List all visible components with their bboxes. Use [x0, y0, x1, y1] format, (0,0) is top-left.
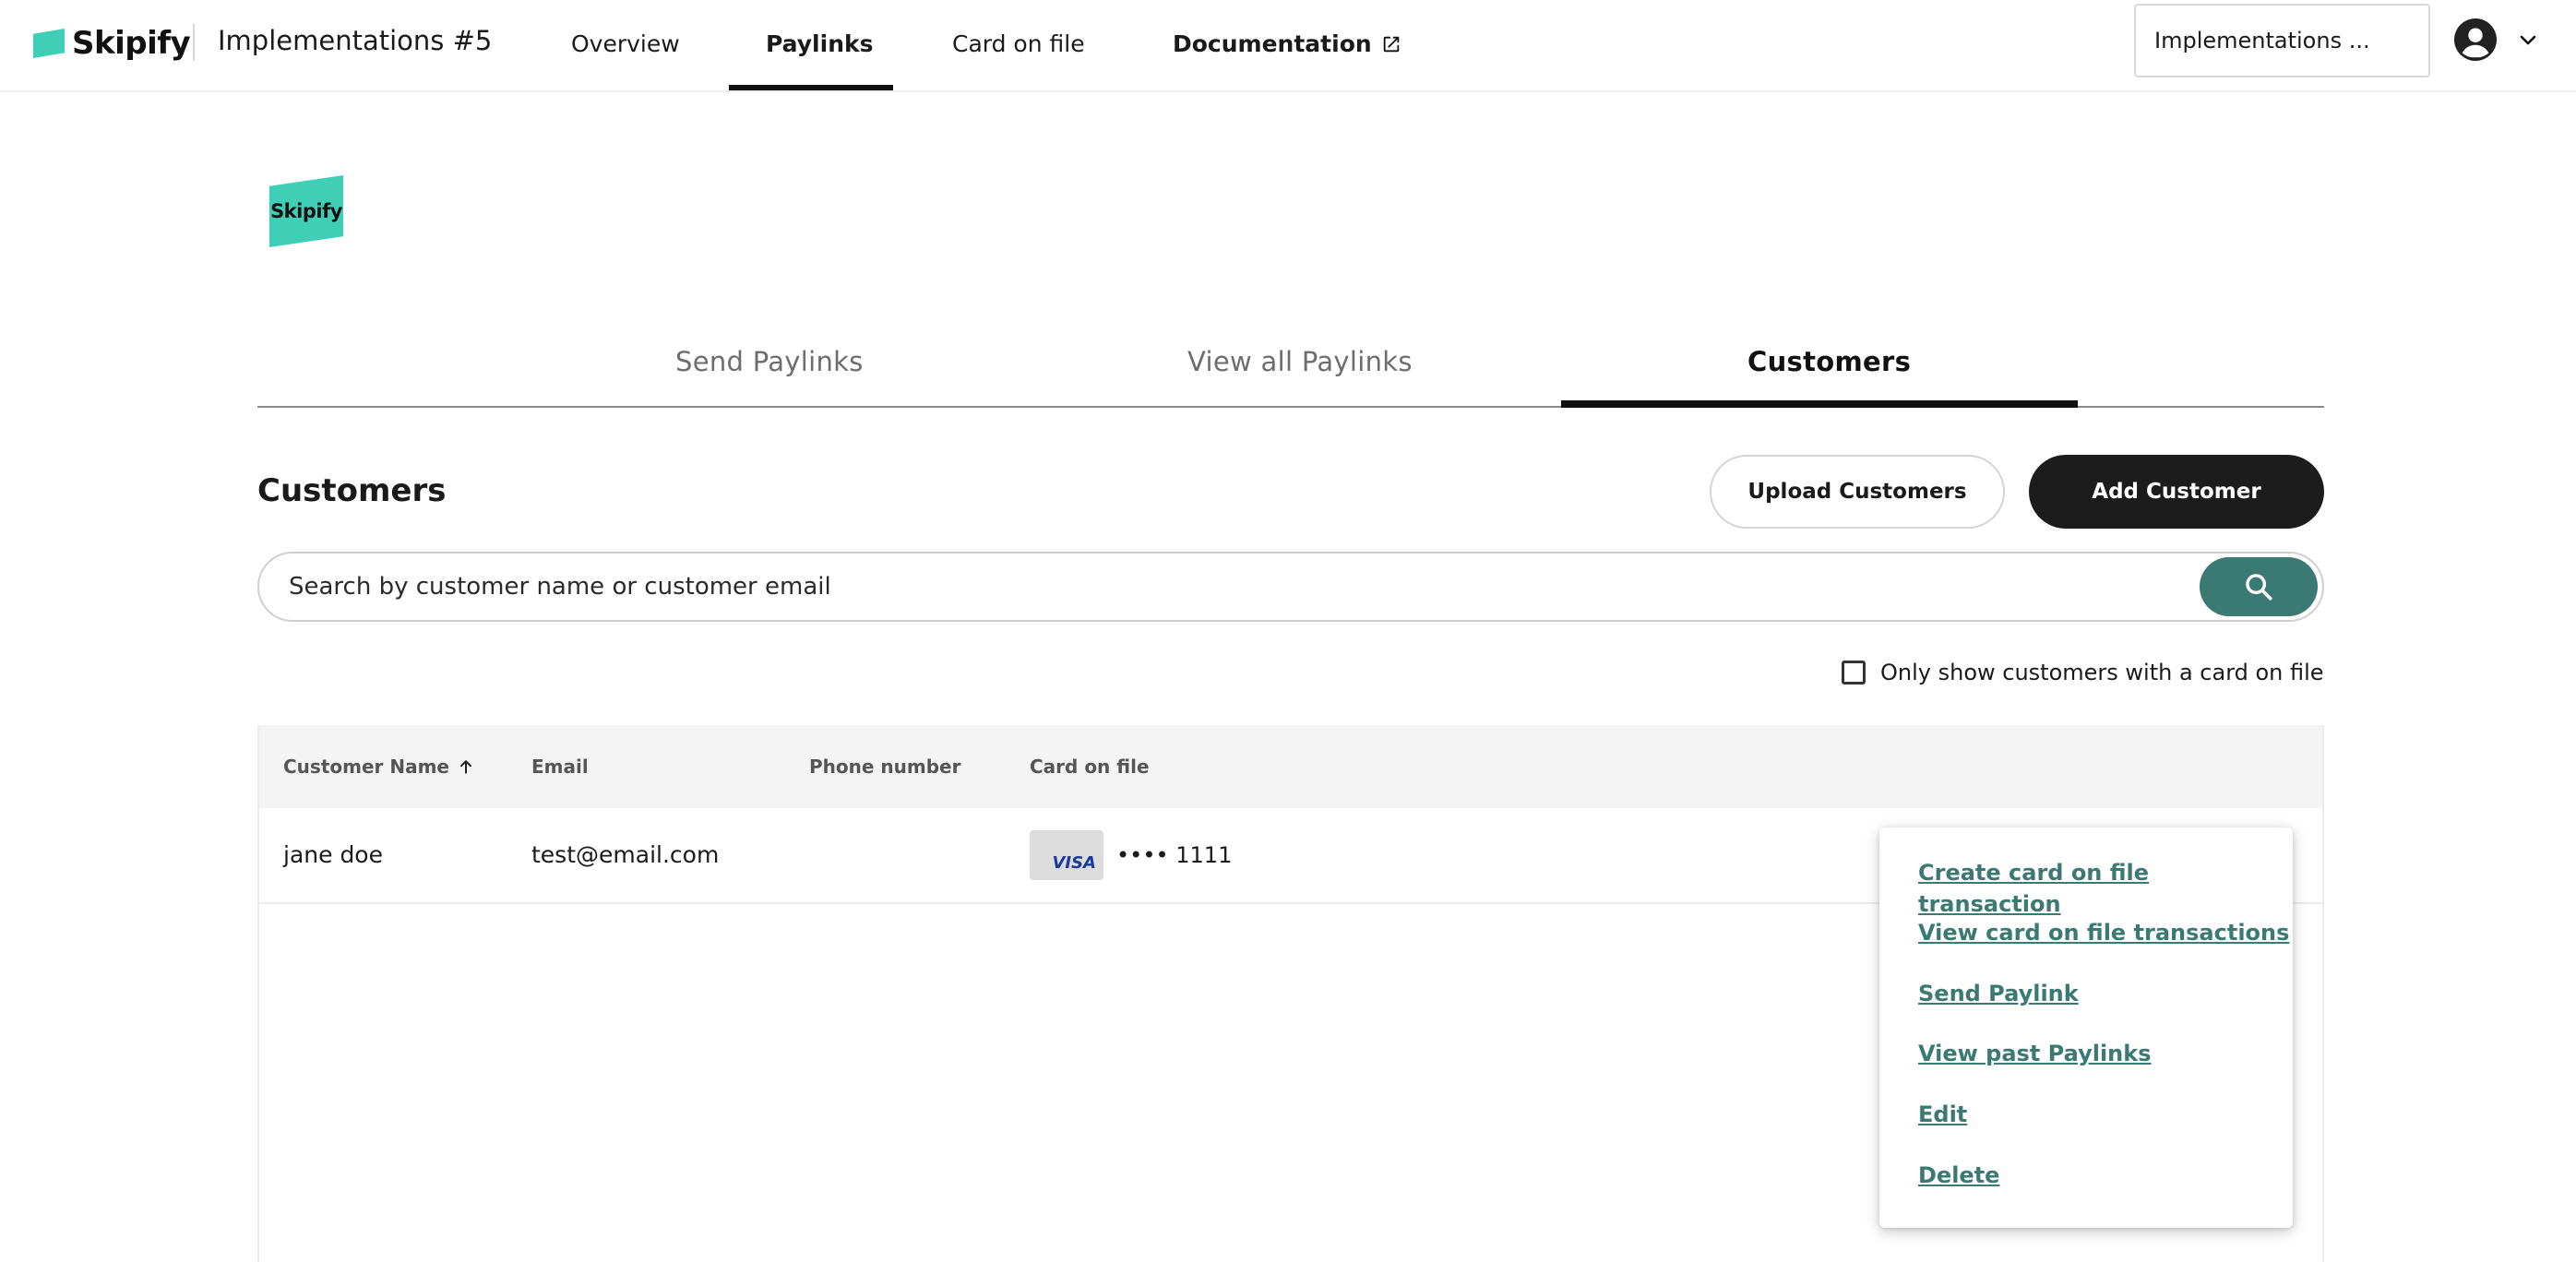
- header-divider: [193, 24, 195, 61]
- add-customer-button[interactable]: Add Customer: [2029, 455, 2324, 529]
- brand-mark-icon: [33, 29, 65, 58]
- customer-search-bar: [257, 552, 2324, 622]
- nav-tab-paylinks[interactable]: Paylinks: [766, 26, 874, 63]
- implementation-title: Implementations #5: [218, 25, 493, 56]
- sort-ascending-icon: [460, 760, 471, 774]
- column-header-customer-name[interactable]: Customer Name: [283, 753, 475, 780]
- tab-send-paylinks[interactable]: Send Paylinks: [675, 343, 864, 380]
- menu-item-send-paylink[interactable]: Send Paylink: [1918, 978, 2079, 1009]
- chevron-down-icon[interactable]: [2517, 30, 2539, 52]
- visa-card-icon: VISA: [1030, 830, 1103, 880]
- column-header-email: Email: [531, 756, 589, 778]
- card-brand-label: VISA: [1052, 853, 1096, 873]
- card-number: •••• 1111: [1116, 842, 1233, 868]
- search-icon: [2246, 574, 2272, 601]
- merchant-logo-text: Skipify: [270, 200, 342, 222]
- external-link-icon: [1383, 36, 1399, 53]
- customer-search-input[interactable]: [289, 566, 2134, 607]
- nav-tab-documentation-label: Documentation: [1173, 30, 1372, 57]
- nav-active-indicator: [729, 85, 893, 90]
- menu-item-view-past-paylinks[interactable]: View past Paylinks: [1918, 1038, 2152, 1069]
- account-avatar-icon[interactable]: [2454, 18, 2497, 61]
- tab-view-all-paylinks[interactable]: View all Paylinks: [1187, 343, 1413, 380]
- tab-customers[interactable]: Customers: [1747, 343, 1911, 380]
- menu-item-view-card-on-file-transactions[interactable]: View card on file transactions: [1918, 917, 2289, 948]
- search-button[interactable]: [2200, 557, 2318, 616]
- implementation-select[interactable]: Implementations ...: [2134, 4, 2430, 77]
- card-on-file-cell: VISA •••• 1111: [1030, 830, 1232, 880]
- menu-item-edit[interactable]: Edit: [1918, 1099, 1967, 1130]
- customer-email-cell: test@email.com: [531, 841, 720, 868]
- menu-item-create-card-on-file-transaction[interactable]: Create card on file transaction: [1918, 857, 2293, 920]
- merchant-logo: Skipify: [269, 175, 343, 247]
- column-header-customer-name-label: Customer Name: [283, 756, 449, 778]
- nav-tab-overview[interactable]: Overview: [571, 26, 680, 63]
- brand-name: Skipify: [72, 25, 191, 62]
- card-on-file-filter-label: Only show customers with a card on file: [1880, 660, 2324, 685]
- menu-item-delete[interactable]: Delete: [1918, 1160, 1999, 1191]
- subtab-active-indicator: [1561, 400, 2078, 408]
- customer-name-cell: jane doe: [283, 841, 383, 868]
- top-nav-bar: Skipify Implementations #5 Overview Payl…: [0, 0, 2576, 92]
- upload-customers-button[interactable]: Upload Customers: [1710, 455, 2005, 529]
- table-header: Customer Name Email Phone number Card on…: [259, 725, 2322, 808]
- nav-tab-card-on-file[interactable]: Card on file: [952, 26, 1085, 63]
- row-actions-menu: Create card on file transaction View car…: [1879, 827, 2293, 1228]
- column-header-phone: Phone number: [809, 756, 961, 778]
- paylinks-subtabs: Send Paylinks View all Paylinks Customer…: [257, 330, 2324, 408]
- column-header-card-on-file: Card on file: [1030, 756, 1150, 778]
- card-on-file-checkbox[interactable]: [1842, 661, 1866, 685]
- card-on-file-filter[interactable]: Only show customers with a card on file: [1842, 657, 2324, 688]
- nav-tab-documentation[interactable]: Documentation: [1173, 26, 1401, 63]
- skipify-logo[interactable]: Skipify: [33, 20, 191, 66]
- customers-title: Customers: [257, 472, 447, 509]
